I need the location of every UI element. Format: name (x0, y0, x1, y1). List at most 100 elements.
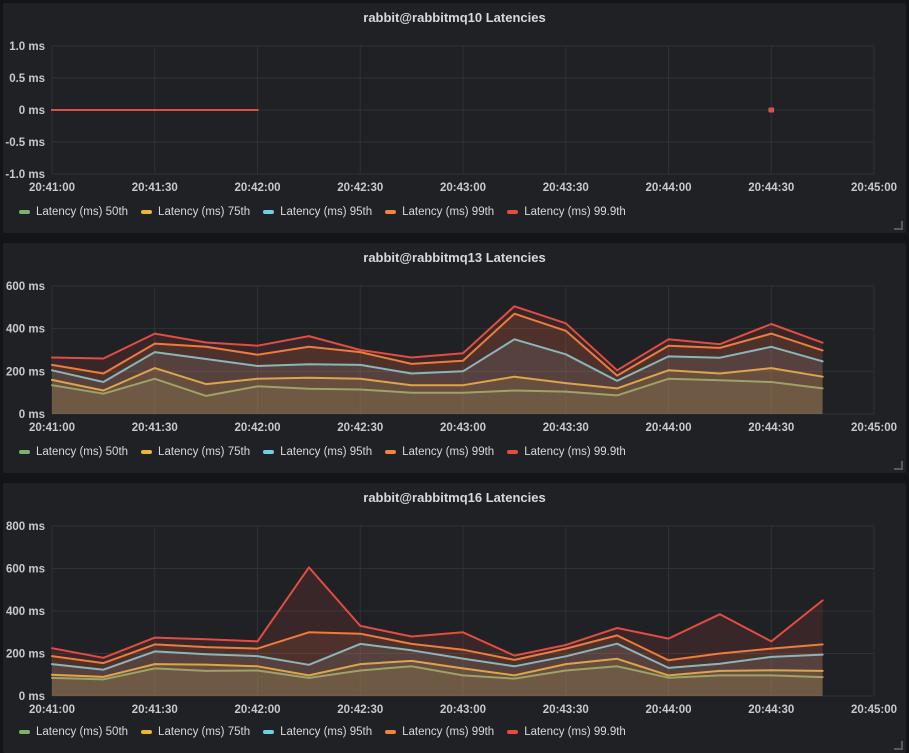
legend-label: Latency (ms) 95th (280, 206, 372, 218)
panel-rabbitmq13-latencies: rabbit@rabbitmq13 Latencies 600 ms400 ms… (3, 243, 906, 473)
x-tick-label: 20:45:00 (851, 704, 897, 716)
x-tick-label: 20:44:00 (645, 422, 691, 434)
legend-color-dash (19, 450, 30, 454)
panel-resize-handle[interactable] (894, 741, 903, 750)
legend-label: Latency (ms) 95th (280, 726, 372, 738)
legend-label: Latency (ms) 75th (158, 206, 250, 218)
latency-graph-rabbitmq16[interactable]: 800 ms600 ms400 ms200 ms0 ms20:41:0020:4… (3, 483, 906, 753)
legend-color-dash (385, 210, 396, 214)
legend: Latency (ms) 50th Latency (ms) 75th Latenc… (19, 206, 626, 218)
panel-rabbitmq16-latencies: rabbit@rabbitmq16 Latencies 800 ms 600 ms… (3, 483, 906, 753)
y-tick-label: 400 ms (6, 606, 45, 618)
x-tick-label: 20:43:30 (543, 704, 589, 716)
legend-item-latency-ms-50th[interactable]: Latency (ms) 50th (19, 726, 128, 738)
y-tick-label: 0.5 ms (9, 73, 45, 85)
panel-rabbitmq10-latencies: rabbit@rabbitmq10 Latencies 1.0 ms 0.5 ms… (3, 3, 906, 233)
x-tick-label: 20:41:00 (29, 182, 75, 194)
legend-item-latency-ms-99-9th[interactable]: Latency (ms) 99.9th (507, 206, 626, 218)
x-tick-label: 20:45:00 (851, 422, 897, 434)
x-tick-label: 20:41:30 (132, 704, 178, 716)
series-point-latency-ms-99-9th (769, 108, 774, 113)
panel-title[interactable]: rabbit@rabbitmq16 Latencies (3, 490, 906, 505)
latency-graph-rabbitmq10[interactable]: 1.0 ms 0.5 ms 0 ms -0.5 ms -1.0 ms20:41:00 20… (3, 3, 906, 233)
y-tick-label: 0 ms (19, 691, 45, 703)
y-tick-label: 1.0 ms (9, 41, 45, 53)
legend-label: Latency (ms) 99.9th (524, 206, 626, 218)
legend-item-latency-ms-50th[interactable]: Latency (ms) 50th (19, 206, 128, 218)
x-tick-label: 20:45:00 (851, 182, 897, 194)
x-tick-label: 20:42:00 (234, 182, 280, 194)
legend-label: Latency (ms) 75th (158, 726, 250, 738)
panel-title[interactable]: rabbit@rabbitmq13 Latencies (3, 250, 906, 265)
dashboard: rabbit@rabbitmq10 Latencies 1.0 ms 0.5 ms… (0, 0, 909, 753)
legend-label: Latency (ms) 99th (402, 206, 494, 218)
legend-color-dash (141, 450, 152, 454)
legend-color-dash (385, 450, 396, 454)
panel-resize-handle[interactable] (894, 461, 903, 470)
legend-color-dash (507, 210, 518, 214)
x-tick-label: 20:42:30 (337, 422, 383, 434)
x-tick-label: 20:41:00 (29, 422, 75, 434)
legend-label: Latency (ms) 99th (402, 726, 494, 738)
panel-title[interactable]: rabbit@rabbitmq10 Latencies (3, 10, 906, 25)
legend-label: Latency (ms) 50th (36, 726, 128, 738)
y-tick-label: 600 ms (6, 281, 45, 293)
x-tick-label: 20:44:00 (645, 182, 691, 194)
legend-color-dash (263, 450, 274, 454)
y-tick-label: -0.5 ms (5, 137, 45, 149)
y-tick-label: 800 ms (6, 521, 45, 533)
legend-color-dash (507, 730, 518, 734)
legend-item-latency-ms-95th[interactable]: Latency (ms) 95th (263, 726, 372, 738)
x-tick-label: 20:44:30 (748, 422, 794, 434)
legend-item-latency-ms-95th[interactable]: Latency (ms) 95th (263, 206, 372, 218)
legend-item-latency-ms-50th[interactable]: Latency (ms) 50th (19, 446, 128, 458)
legend-item-latency-ms-99-9th[interactable]: Latency (ms) 99.9th (507, 446, 626, 458)
x-tick-label: 20:43:00 (440, 182, 486, 194)
y-tick-label: -1.0 ms (5, 169, 45, 181)
legend-item-latency-ms-99th[interactable]: Latency (ms) 99th (385, 206, 494, 218)
legend-label: Latency (ms) 99.9th (524, 726, 626, 738)
x-tick-label: 20:43:00 (440, 704, 486, 716)
x-tick-label: 20:43:30 (543, 182, 589, 194)
x-tick-label: 20:44:00 (645, 704, 691, 716)
legend-label: Latency (ms) 50th (36, 446, 128, 458)
legend-item-latency-ms-75th[interactable]: Latency (ms) 75th (141, 206, 250, 218)
latency-graph-rabbitmq13[interactable]: 600 ms400 ms200 ms0 ms20:41:0020:41:3020… (3, 243, 906, 473)
panel-resize-handle[interactable] (894, 221, 903, 230)
x-tick-label: 20:43:00 (440, 422, 486, 434)
x-tick-label: 20:42:00 (234, 422, 280, 434)
y-tick-label: 0 ms (19, 105, 45, 117)
legend-item-latency-ms-75th[interactable]: Latency (ms) 75th (141, 726, 250, 738)
legend-item-latency-ms-75th[interactable]: Latency (ms) 75th (141, 446, 250, 458)
x-tick-label: 20:43:30 (543, 422, 589, 434)
legend-color-dash (507, 450, 518, 454)
x-tick-label: 20:42:30 (337, 704, 383, 716)
legend-color-dash (19, 730, 30, 734)
legend-color-dash (141, 210, 152, 214)
y-tick-label: 200 ms (6, 366, 45, 378)
legend-label: Latency (ms) 95th (280, 446, 372, 458)
legend-color-dash (141, 730, 152, 734)
legend-label: Latency (ms) 75th (158, 446, 250, 458)
legend-color-dash (385, 730, 396, 734)
legend-label: Latency (ms) 99th (402, 446, 494, 458)
legend-label: Latency (ms) 99.9th (524, 446, 626, 458)
x-tick-label: 20:42:30 (337, 182, 383, 194)
x-tick-label: 20:42:00 (234, 704, 280, 716)
legend-item-latency-ms-99th[interactable]: Latency (ms) 99th (385, 446, 494, 458)
y-tick-label: 200 ms (6, 649, 45, 661)
legend: Latency (ms) 50th Latency (ms) 75th Latenc… (19, 726, 626, 738)
series-fill-latency-ms-99-9th (52, 306, 823, 414)
legend-item-latency-ms-95th[interactable]: Latency (ms) 95th (263, 446, 372, 458)
legend: Latency (ms) 50th Latency (ms) 75th Latenc… (19, 446, 626, 458)
x-tick-label: 20:41:30 (132, 422, 178, 434)
y-tick-label: 600 ms (6, 564, 45, 576)
x-tick-label: 20:44:30 (748, 182, 794, 194)
legend-color-dash (263, 210, 274, 214)
legend-color-dash (263, 730, 274, 734)
y-tick-label: 0 ms (19, 409, 45, 421)
legend-color-dash (19, 210, 30, 214)
legend-item-latency-ms-99th[interactable]: Latency (ms) 99th (385, 726, 494, 738)
legend-item-latency-ms-99-9th[interactable]: Latency (ms) 99.9th (507, 726, 626, 738)
legend-label: Latency (ms) 50th (36, 206, 128, 218)
